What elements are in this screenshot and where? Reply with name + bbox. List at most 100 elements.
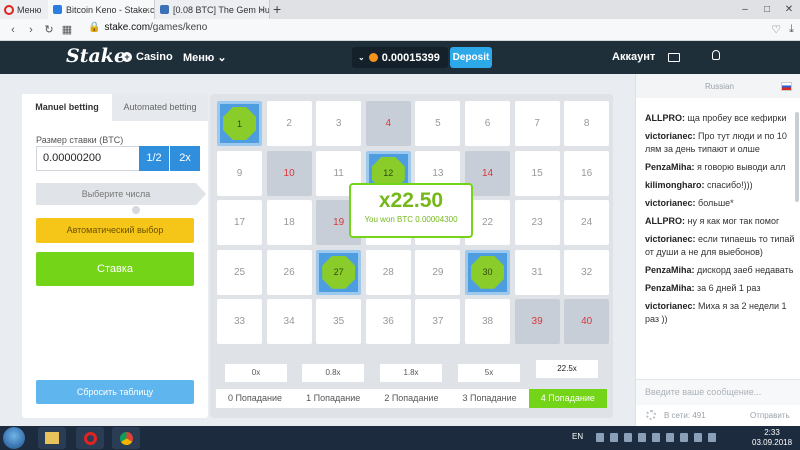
keno-tile[interactable]: 27 bbox=[316, 249, 362, 295]
keno-tile[interactable]: 26 bbox=[266, 249, 312, 295]
bet-button[interactable]: Ставка bbox=[36, 252, 194, 286]
keno-tile[interactable]: 23 bbox=[514, 200, 560, 246]
chat-username[interactable]: victorianec: bbox=[645, 234, 696, 244]
tab-stake-keno[interactable]: Bitcoin Keno - Stake.com × bbox=[48, 0, 155, 19]
tray-app-icon[interactable] bbox=[666, 433, 674, 442]
chat-username[interactable]: ALLPRO: bbox=[645, 113, 685, 123]
back-icon[interactable]: ‹ bbox=[4, 24, 22, 36]
reset-table-button[interactable]: Сбросить таблицу bbox=[36, 380, 194, 404]
keno-tile[interactable]: 9 bbox=[217, 150, 262, 196]
bet-amount-input[interactable]: 0.00000200 bbox=[36, 146, 153, 171]
keno-tile[interactable]: 3 bbox=[316, 101, 362, 146]
chevron-down-icon: ⌄ bbox=[358, 53, 365, 62]
chat-username[interactable]: victorianec: bbox=[645, 131, 696, 141]
keno-tile[interactable]: 40 bbox=[564, 299, 610, 345]
reload-icon[interactable]: ↻ bbox=[40, 23, 58, 36]
slider-handle[interactable] bbox=[132, 206, 140, 214]
keno-tile[interactable]: 10 bbox=[266, 150, 312, 196]
maximize-icon[interactable]: □ bbox=[756, 0, 778, 19]
chat-username[interactable]: kilimongharo: bbox=[645, 180, 705, 190]
minimize-icon[interactable]: – bbox=[734, 0, 756, 19]
keno-tile[interactable]: 18 bbox=[266, 200, 312, 246]
deposit-button[interactable]: Deposit bbox=[450, 47, 492, 68]
keno-tile[interactable]: 34 bbox=[266, 299, 312, 345]
auto-pick-button[interactable]: Автоматический выбор bbox=[36, 218, 194, 243]
keno-tile[interactable]: 32 bbox=[564, 249, 610, 295]
nav-menu[interactable]: Меню ⌄ bbox=[183, 51, 227, 64]
chat-username[interactable]: victorianec: bbox=[645, 301, 696, 311]
start-button[interactable] bbox=[3, 427, 25, 449]
url-domain: stake.com bbox=[104, 22, 151, 33]
taskbar-explorer[interactable] bbox=[38, 427, 66, 449]
keno-tile[interactable]: 4 bbox=[365, 101, 411, 146]
close-tab-icon[interactable]: × bbox=[145, 5, 150, 15]
volume-icon[interactable] bbox=[708, 433, 716, 442]
chat-language[interactable]: Russian bbox=[705, 82, 734, 91]
nav-casino[interactable]: + Casino bbox=[122, 51, 173, 63]
opera-menu-button[interactable]: Меню bbox=[0, 0, 48, 19]
wallet-balance[interactable]: ⌄ 0.00015399 bbox=[352, 47, 448, 68]
keno-tile[interactable]: 29 bbox=[415, 249, 461, 295]
keno-tile[interactable]: 8 bbox=[564, 101, 610, 146]
chat-username[interactable]: victorianec: bbox=[645, 198, 696, 208]
close-tab-icon[interactable]: × bbox=[260, 5, 265, 15]
russia-flag-icon[interactable] bbox=[781, 82, 792, 91]
keno-tile[interactable]: 28 bbox=[365, 249, 411, 295]
bluetooth-icon[interactable] bbox=[596, 433, 604, 442]
chat-input[interactable]: Введите ваше сообщение... bbox=[636, 379, 800, 405]
tray-app-icon[interactable] bbox=[652, 433, 660, 442]
network-icon[interactable] bbox=[694, 433, 702, 442]
keno-tile[interactable]: 7 bbox=[514, 101, 560, 146]
forward-icon[interactable]: › bbox=[22, 24, 40, 36]
keno-tile[interactable]: 16 bbox=[564, 150, 610, 196]
keno-tile[interactable]: 1 bbox=[217, 101, 262, 146]
tab-gem-hunt[interactable]: [0.08 BTC] The Gem Hu × bbox=[155, 0, 270, 19]
taskbar-chrome[interactable] bbox=[112, 427, 140, 449]
heart-icon[interactable]: ♡ bbox=[771, 23, 781, 36]
tile-number: 38 bbox=[481, 316, 494, 328]
keno-tile[interactable]: 35 bbox=[316, 299, 362, 345]
tray-app-icon[interactable] bbox=[624, 433, 632, 442]
keno-tile[interactable]: 6 bbox=[465, 101, 510, 146]
mail-icon[interactable] bbox=[668, 53, 680, 62]
keno-tile[interactable]: 38 bbox=[465, 299, 510, 345]
chat-username[interactable]: PenzaMiha: bbox=[645, 265, 695, 275]
url-path: /games/keno bbox=[150, 22, 208, 33]
speed-dial-icon[interactable]: ▦ bbox=[58, 23, 76, 36]
chat-username[interactable]: PenzaMiha: bbox=[645, 283, 695, 293]
keno-tile[interactable]: 39 bbox=[514, 299, 560, 345]
gear-icon[interactable] bbox=[646, 410, 656, 420]
taskbar-opera[interactable] bbox=[76, 427, 104, 449]
half-bet-button[interactable]: 1/2 bbox=[139, 146, 169, 171]
double-bet-button[interactable]: 2x bbox=[170, 146, 200, 171]
keno-tile[interactable]: 31 bbox=[514, 249, 560, 295]
stake-logo[interactable]: Stake bbox=[66, 45, 126, 67]
keno-tile[interactable]: 15 bbox=[514, 150, 560, 196]
download-icon[interactable]: ⤓ bbox=[789, 23, 794, 36]
language-indicator[interactable]: EN bbox=[572, 432, 583, 441]
keno-tile[interactable]: 25 bbox=[217, 249, 262, 295]
keno-tile[interactable]: 24 bbox=[564, 200, 610, 246]
keno-tile[interactable]: 37 bbox=[415, 299, 461, 345]
keno-tile[interactable]: 5 bbox=[415, 101, 461, 146]
keno-tile[interactable]: 2 bbox=[266, 101, 312, 146]
account-link[interactable]: Аккаунт bbox=[612, 51, 655, 63]
chat-username[interactable]: PenzaMiha: bbox=[645, 162, 695, 172]
tray-app-icon[interactable] bbox=[638, 433, 646, 442]
tab-manual-betting[interactable]: Manuel betting bbox=[22, 94, 112, 121]
chat-username[interactable]: ALLPRO: bbox=[645, 216, 685, 226]
clock[interactable]: 2:33 03.09.2018 bbox=[752, 428, 792, 448]
keno-tile[interactable]: 30 bbox=[465, 249, 510, 295]
tab-automated-betting[interactable]: Automated betting bbox=[112, 94, 208, 121]
url-field[interactable]: 🔒 stake.com/games/keno bbox=[88, 22, 207, 33]
chat-scrollbar[interactable] bbox=[795, 112, 799, 202]
close-window-icon[interactable]: ✕ bbox=[778, 0, 800, 19]
lightbulb-icon[interactable] bbox=[712, 50, 720, 60]
new-tab-icon[interactable]: + bbox=[273, 0, 281, 19]
keno-tile[interactable]: 33 bbox=[217, 299, 262, 345]
tray-app-icon[interactable] bbox=[610, 433, 618, 442]
keno-tile[interactable]: 36 bbox=[365, 299, 411, 345]
keno-tile[interactable]: 17 bbox=[217, 200, 262, 246]
send-button[interactable]: Отправить bbox=[750, 411, 790, 420]
flag-icon[interactable] bbox=[680, 433, 688, 442]
